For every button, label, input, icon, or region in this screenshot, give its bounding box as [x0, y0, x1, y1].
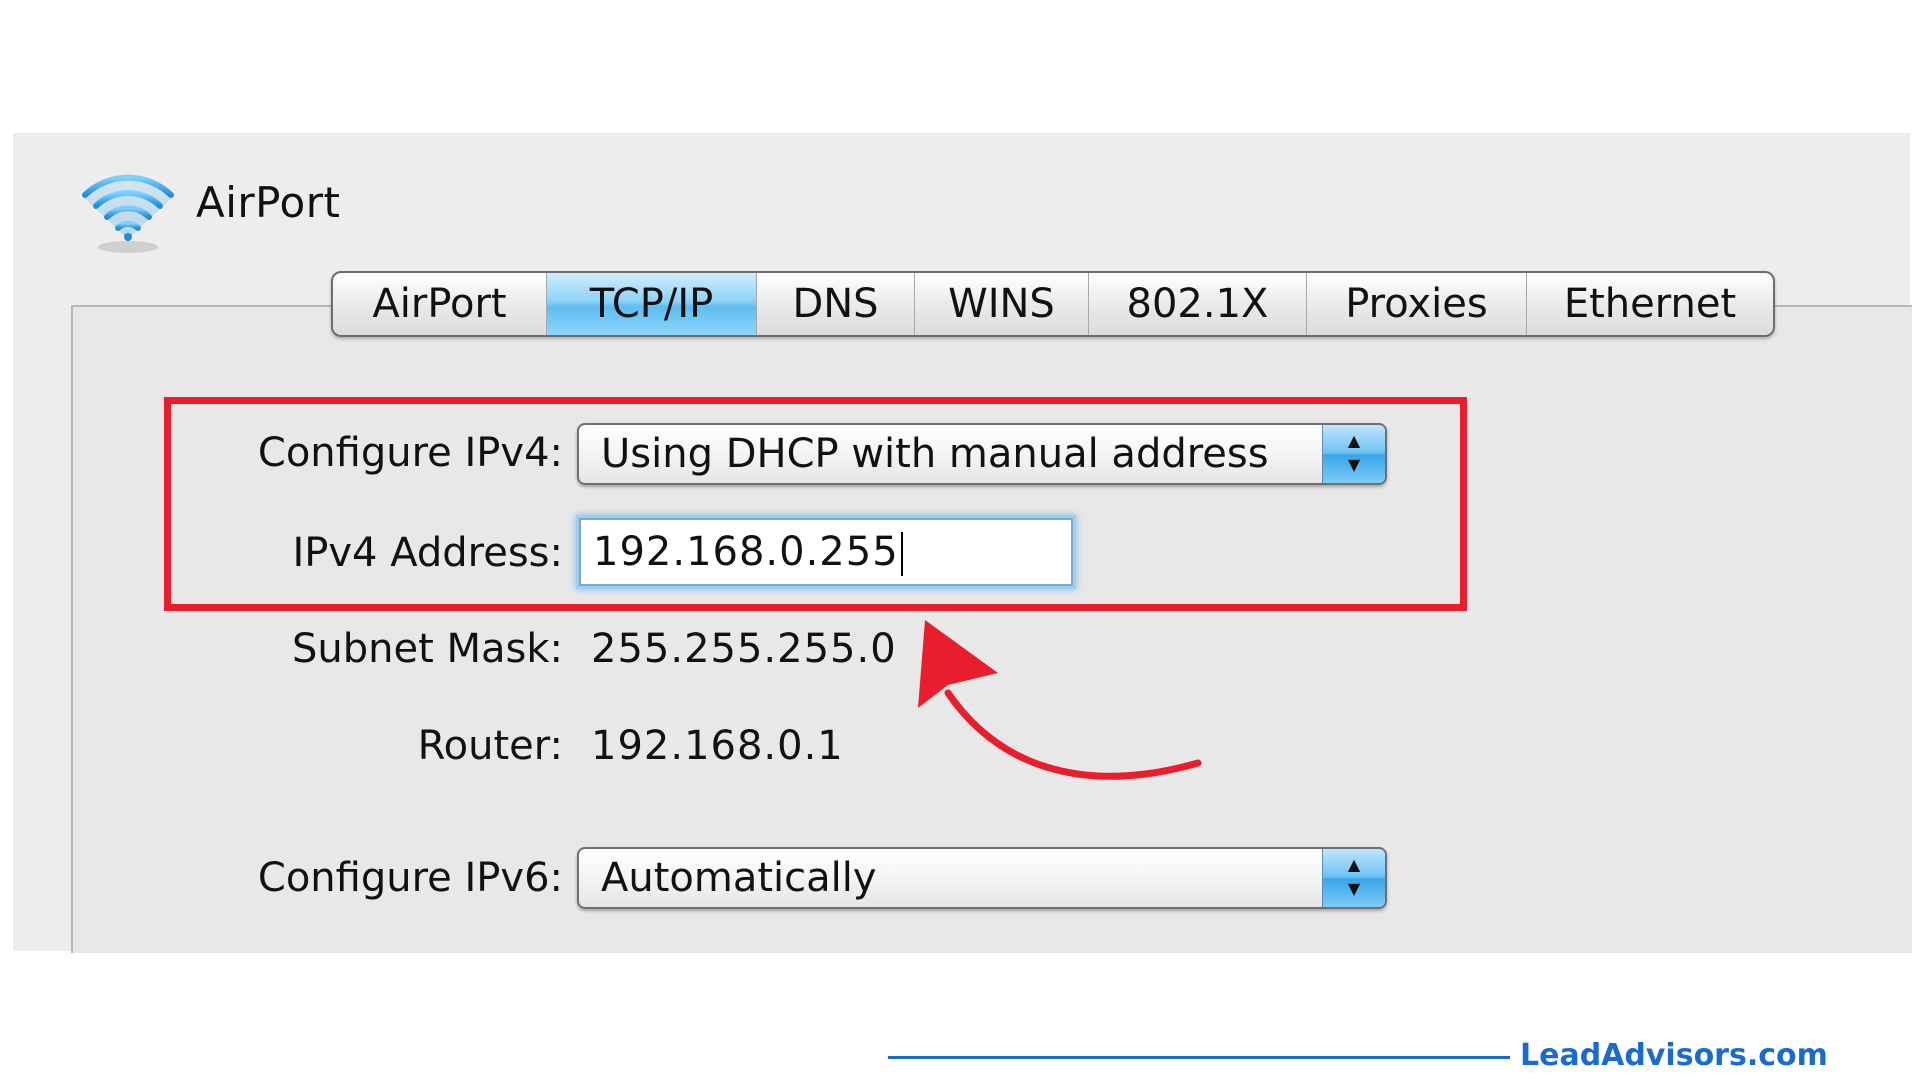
highlight-box [164, 397, 1467, 611]
tab-dns[interactable]: DNS [757, 273, 915, 335]
router-label: Router: [417, 723, 563, 769]
wifi-icon [73, 161, 183, 261]
tab-tcp-ip[interactable]: TCP/IP [547, 273, 757, 335]
tab-airport[interactable]: AirPort [333, 273, 547, 335]
tab-802-1x[interactable]: 802.1X [1089, 273, 1307, 335]
page-title: AirPort [196, 178, 341, 227]
network-preferences-window: AirPort AirPort TCP/IP DNS WINS 802.1X P… [13, 133, 1912, 953]
tab-bar: AirPort TCP/IP DNS WINS 802.1X Proxies E… [331, 271, 1775, 337]
footer-divider [888, 1056, 1510, 1059]
subnet-mask-value: 255.255.255.0 [591, 626, 897, 672]
footer-brand-logo: LeadAdvisors.com [1520, 1038, 1828, 1073]
tab-proxies[interactable]: Proxies [1307, 273, 1527, 335]
tab-wins[interactable]: WINS [915, 273, 1089, 335]
stage: AirPort AirPort TCP/IP DNS WINS 802.1X P… [0, 0, 1920, 1080]
configure-ipv6-value: Automatically [601, 855, 877, 901]
configure-ipv6-select[interactable]: Automatically ▲ ▼ [577, 847, 1387, 909]
router-value: 192.168.0.1 [591, 723, 844, 769]
configure-ipv6-label: Configure IPv6: [257, 855, 563, 901]
tab-ethernet[interactable]: Ethernet [1527, 273, 1773, 335]
subnet-mask-label: Subnet Mask: [292, 626, 563, 672]
select-stepper-icon: ▲ ▼ [1322, 849, 1385, 907]
